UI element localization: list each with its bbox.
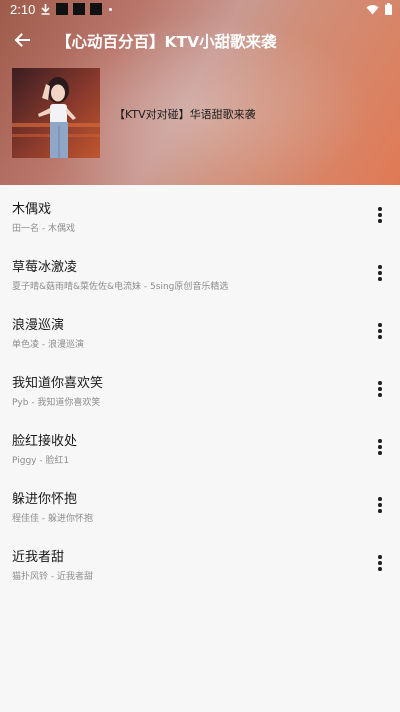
arrow-left-icon bbox=[14, 33, 30, 47]
more-vert-icon bbox=[378, 439, 382, 443]
song-title: 躲进你怀抱 bbox=[12, 492, 78, 507]
status-bar: 2:10 bbox=[0, 0, 400, 20]
song-artist-album: Pyb - 我知道你喜欢笑 bbox=[12, 398, 101, 408]
more-vert-icon bbox=[378, 381, 382, 385]
cover-artwork bbox=[12, 68, 100, 158]
song-list: 木偶戏 田一名 - 木偶戏 草莓冰激凌 夏子晴&菇雨晴&菜佐佐&电流妹 - 5s… bbox=[0, 185, 400, 591]
toolbar: 【心动百分百】KTV小甜歌来袭 bbox=[0, 24, 400, 56]
download-icon bbox=[41, 4, 50, 15]
song-row[interactable]: 躲进你怀抱 程佳佳 - 躲进你怀抱 bbox=[0, 475, 400, 533]
song-title: 我知道你喜欢笑 bbox=[12, 376, 104, 391]
song-row[interactable]: 木偶戏 田一名 - 木偶戏 bbox=[0, 185, 400, 243]
notification-icons bbox=[40, 3, 112, 15]
song-artist-album: 单色凌 - 浪漫巡演 bbox=[12, 340, 84, 350]
more-vert-icon bbox=[378, 265, 382, 269]
more-vert-icon bbox=[378, 497, 382, 501]
more-vert-icon bbox=[378, 323, 382, 327]
song-title: 近我者甜 bbox=[12, 550, 65, 565]
song-artist-album: 猫扑风铃 - 近我者甜 bbox=[12, 572, 93, 582]
more-options-button[interactable] bbox=[372, 495, 388, 515]
more-vert-icon bbox=[378, 207, 382, 211]
playlist-name: 【KTV对对碰】华语甜歌来袭 bbox=[114, 108, 256, 121]
more-options-button[interactable] bbox=[372, 205, 388, 225]
notification-icon bbox=[73, 3, 85, 15]
more-notifications-icon bbox=[109, 7, 112, 11]
song-title: 脸红接收处 bbox=[12, 434, 78, 449]
battery-icon bbox=[385, 3, 392, 15]
song-artist-album: 田一名 - 木偶戏 bbox=[12, 224, 75, 234]
song-artist-album: Piggy - 脸红1 bbox=[12, 456, 70, 466]
notification-icon bbox=[90, 3, 102, 15]
song-title: 草莓冰激凌 bbox=[12, 260, 78, 275]
song-row[interactable]: 近我者甜 猫扑风铃 - 近我者甜 bbox=[0, 533, 400, 591]
song-row[interactable]: 草莓冰激凌 夏子晴&菇雨晴&菜佐佐&电流妹 - 5sing原创音乐精选 bbox=[0, 243, 400, 301]
wifi-icon bbox=[366, 4, 379, 14]
song-row[interactable]: 我知道你喜欢笑 Pyb - 我知道你喜欢笑 bbox=[0, 359, 400, 417]
song-title: 木偶戏 bbox=[12, 202, 52, 217]
back-button[interactable] bbox=[8, 26, 36, 54]
song-row[interactable]: 脸红接收处 Piggy - 脸红1 bbox=[0, 417, 400, 475]
notification-icon bbox=[56, 3, 68, 15]
more-options-button[interactable] bbox=[372, 321, 388, 341]
song-row[interactable]: 浪漫巡演 单色凌 - 浪漫巡演 bbox=[0, 301, 400, 359]
system-icons bbox=[366, 3, 392, 15]
more-options-button[interactable] bbox=[372, 553, 388, 573]
more-options-button[interactable] bbox=[372, 263, 388, 283]
more-options-button[interactable] bbox=[372, 379, 388, 399]
playlist-cover-image[interactable] bbox=[12, 68, 100, 158]
page-title: 【心动百分百】KTV小甜歌来袭 bbox=[56, 33, 277, 51]
song-artist-album: 夏子晴&菇雨晴&菜佐佐&电流妹 - 5sing原创音乐精选 bbox=[12, 282, 229, 292]
status-time: 2:10 bbox=[10, 2, 36, 17]
more-vert-icon bbox=[378, 555, 382, 559]
more-options-button[interactable] bbox=[372, 437, 388, 457]
song-artist-album: 程佳佳 - 躲进你怀抱 bbox=[12, 514, 93, 524]
song-title: 浪漫巡演 bbox=[12, 318, 65, 333]
